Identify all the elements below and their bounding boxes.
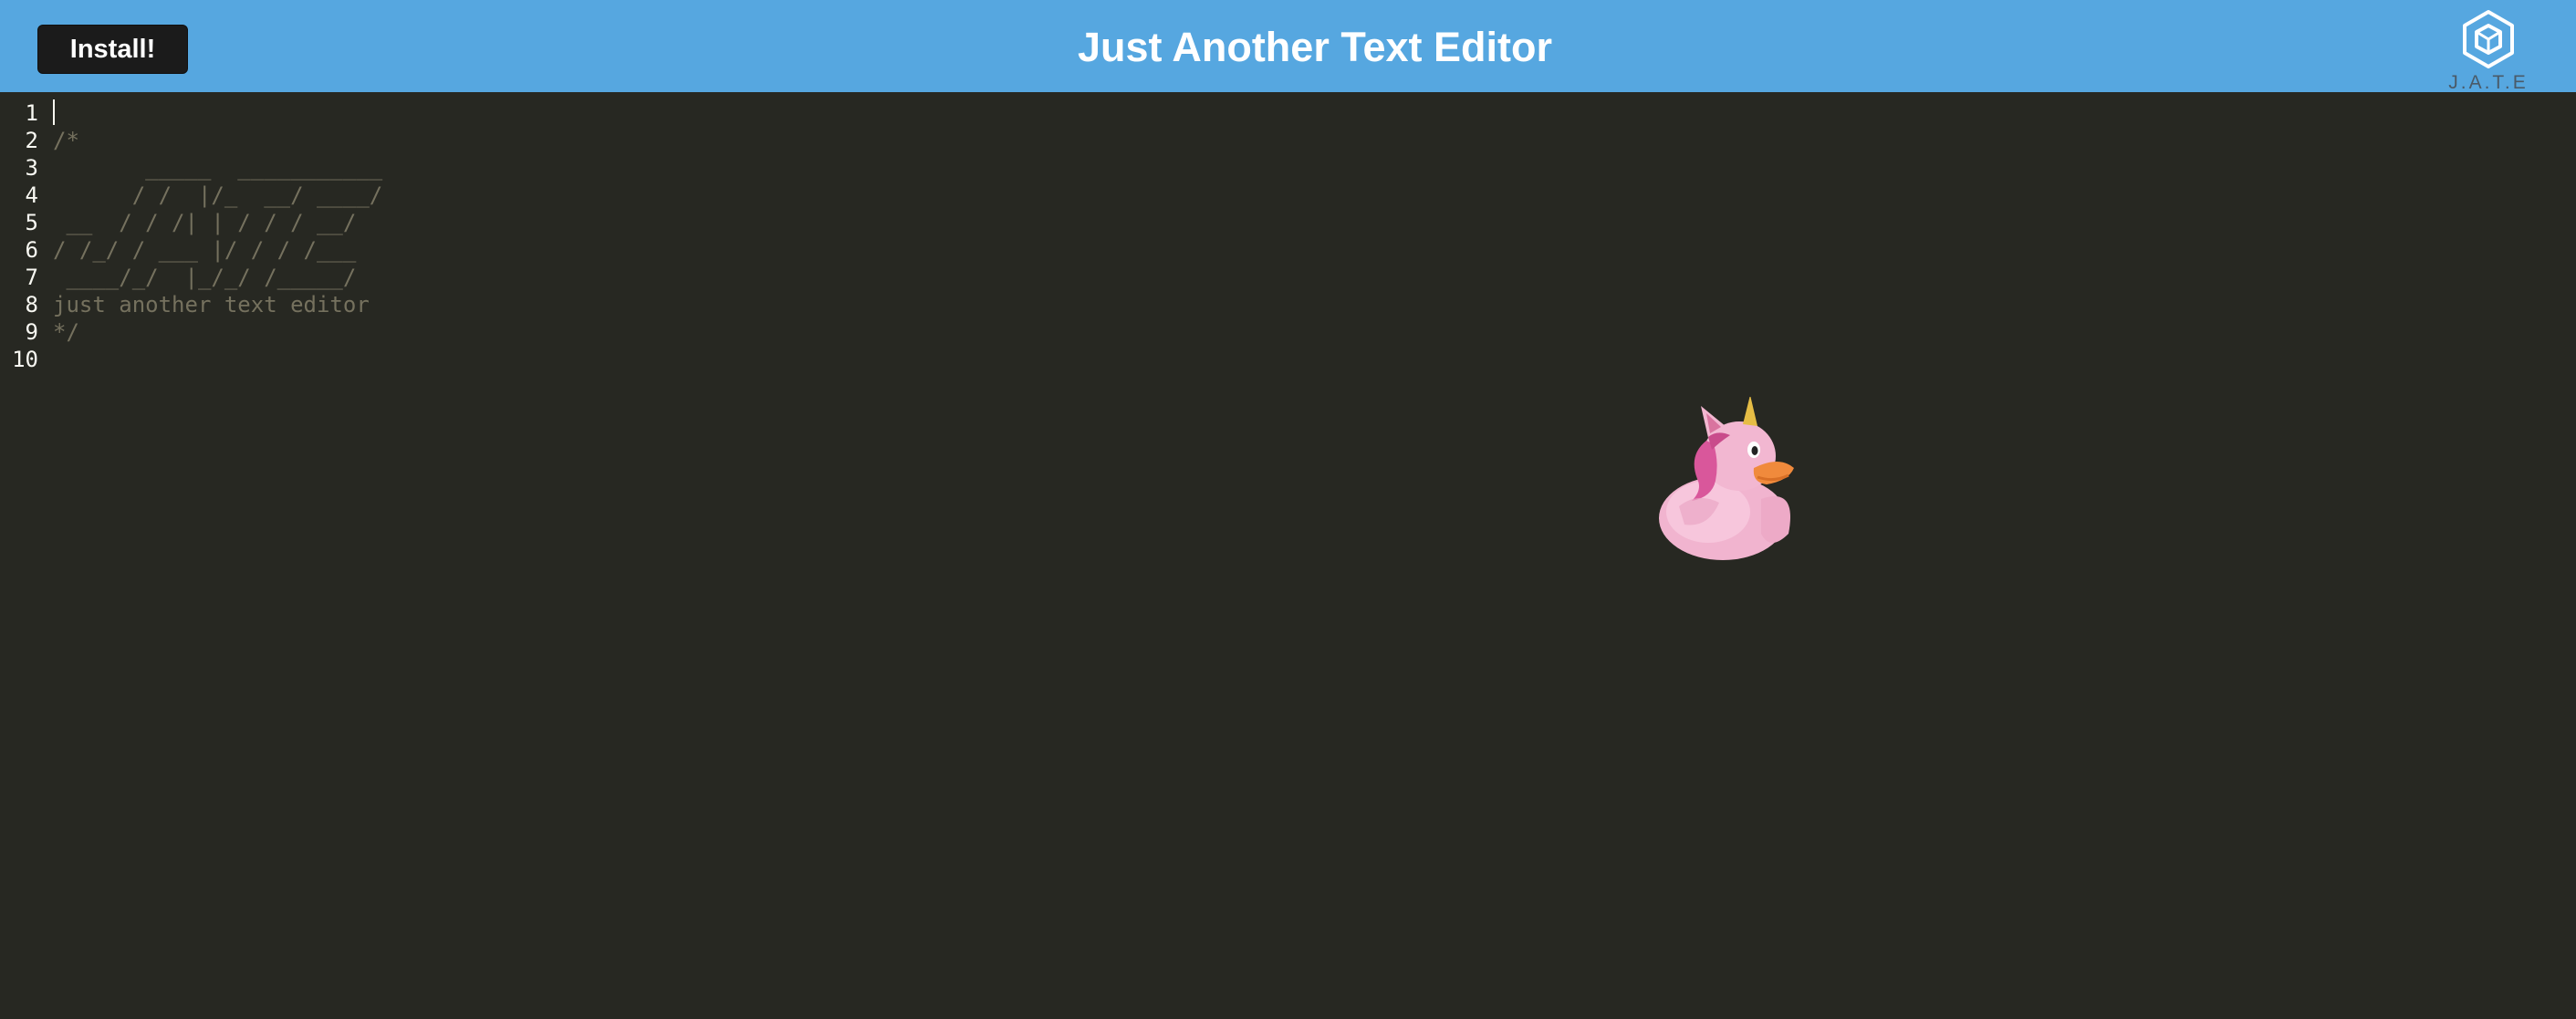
text-cursor [53,99,55,125]
logo-cube-icon [2463,10,2514,68]
logo-text: J.A.T.E [2448,72,2529,93]
line-number: 5 [25,210,38,235]
code-line[interactable]: just another text editor [53,291,370,318]
code-line[interactable]: _____ ___________ [53,154,382,182]
code-line[interactable]: */ [53,318,79,346]
code-line[interactable]: __ / / /| | / / / __/ [53,209,356,236]
code-line[interactable]: / /_/ / ___ |/ / / /___ [53,236,356,264]
line-number: 4 [25,182,38,208]
code-line[interactable]: ____/_/ |_/_/ /_____/ [53,264,356,291]
unicorn-rubber-duck-image [1659,397,1794,560]
line-number: 3 [25,155,38,181]
line-number: 6 [25,237,38,263]
line-number: 8 [25,292,38,317]
line-number-gutter: 1 2 3 4 5 6 7 8 9 10 [0,92,47,1019]
line-number: 2 [25,128,38,153]
code-line[interactable]: / / |/_ __/ ____/ [53,182,383,209]
app-window: Install! Just Another Text Editor J.A.T.… [0,0,2576,1019]
code-editor[interactable]: 1 2 3 4 5 6 7 8 9 10 /* _____ __________… [0,92,2576,1019]
jate-logo: J.A.T.E [2438,9,2539,93]
line-number: 9 [25,319,38,345]
page-title: Just Another Text Editor [1077,24,1553,70]
code-line[interactable]: /* [53,127,79,154]
install-button[interactable]: Install! [37,25,188,74]
line-number: 10 [12,347,38,372]
line-number: 1 [25,100,38,126]
line-number: 7 [25,265,38,290]
navbar: Install! Just Another Text Editor J.A.T.… [0,0,2576,93]
